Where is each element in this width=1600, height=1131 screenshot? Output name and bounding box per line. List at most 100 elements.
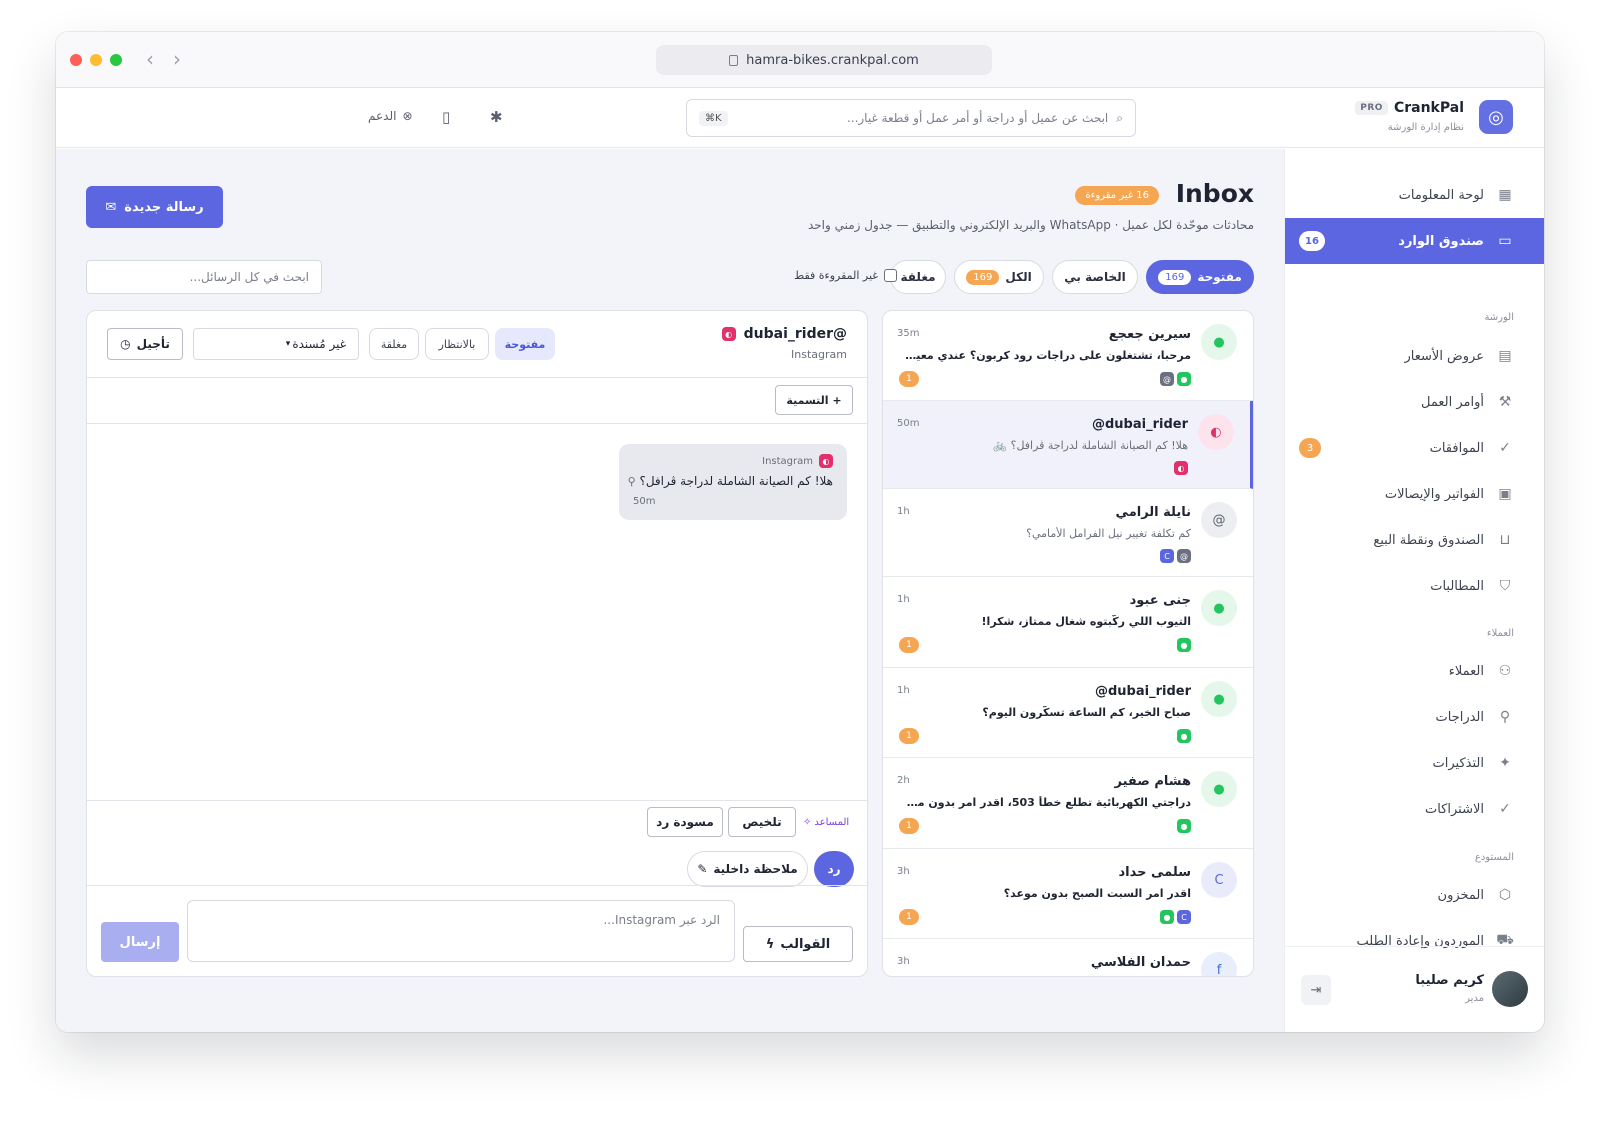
bike-icon: ⚲ [1499,709,1511,725]
minimize-window-button[interactable] [90,54,102,66]
filter-count: 169 [966,269,1000,285]
whatsapp-icon: ● [1177,819,1191,833]
whatsapp-icon: ● [1160,910,1174,924]
filter-mine[interactable]: الخاصة بي [1052,260,1138,294]
conversation-time: 2h [897,775,910,786]
reply-textarea[interactable]: الرد عبر Instagram... [187,900,735,962]
conversation-avatar: ◐ [1198,414,1234,450]
sidebar-item-inventory[interactable]: ⬡ المخزون [1285,872,1544,918]
filter-label: الخاصة بي [1064,270,1126,284]
conversation-list: ● سيرين جعجع مرحبا، تشتغلون على دراجات ر… [882,310,1254,977]
list-item[interactable]: ● جنى عبود التيوب اللي ركّبتوه شغال ممتا… [883,577,1253,668]
status-tab-pending[interactable]: بالانتظار [425,328,489,360]
draft-reply-button[interactable]: مسودة رد [647,807,723,837]
sidebar-item-invoices[interactable]: ▣ الفواتير والإيصالات [1285,471,1544,517]
bug-icon[interactable]: ✱ [490,108,503,126]
unread-only-toggle[interactable]: غير المقروءة فقط [794,269,898,282]
sidebar-item-label: الصندوق ونقطة البيع [1373,532,1484,548]
user-name: كريم صليبا [1415,973,1484,988]
summarize-button[interactable]: تلخيص [728,807,796,837]
conversation-avatar: ● [1201,771,1237,807]
address-bar[interactable]: hamra-bikes.crankpal.com [656,45,992,75]
list-item[interactable]: f حمدان الفلاسي 3h [883,939,1253,976]
back-arrow-icon[interactable]: ‹ [146,47,154,71]
users-icon: ⚇ [1498,663,1512,679]
chat-app-icon: C [1177,910,1191,924]
list-item[interactable]: @ نايلة الرامي كم تكلفة تغيير نيل الفرام… [883,489,1253,577]
conversation-preview: اقدر امر السبت الصبح بدون موعد؟ [1003,887,1191,900]
filter-closed[interactable]: مغلقة [890,260,946,294]
close-window-button[interactable] [70,54,82,66]
avatar[interactable] [1492,971,1528,1007]
sidebar-item-customers[interactable]: ⚇ العملاء [1285,648,1544,694]
check-circle-icon: ✓ [1499,801,1511,817]
sidebar-item-subscriptions[interactable]: ✓ الاشتراكات [1285,786,1544,832]
sidebar-item-label: التذكيرات [1432,755,1484,771]
sidebar-item-reminders[interactable]: ✦ التذكيرات [1285,740,1544,786]
assistant-label: المساعد ✧ [803,817,849,828]
status-tab-closed[interactable]: مغلقة [369,328,419,360]
internal-note-tab[interactable]: ملاحظة داخلية ✎ [687,851,808,887]
logout-icon[interactable]: ⇥ [1301,975,1331,1005]
status-tab-open[interactable]: مفتوحة [495,328,555,360]
sidebar-item-label: الدراجات [1435,709,1484,725]
box-icon: ⬡ [1498,887,1512,903]
sidebar-item-dashboard[interactable]: ▦ لوحة المعلومات [1285,172,1544,218]
filter-open[interactable]: مفتوحة 169 [1146,260,1254,294]
conversation-avatar: C [1201,862,1237,898]
forward-arrow-icon[interactable]: › [173,47,181,71]
thread-contact: ◐ dubai_rider@ [721,326,847,342]
conversation-avatar: ● [1201,590,1237,626]
pro-badge: PRO [1355,101,1388,115]
divider [87,377,867,378]
brand-logo-icon[interactable]: ◎ [1479,100,1513,134]
new-message-button[interactable]: رسالة جديدة ✉ [86,186,223,228]
reply-tab[interactable]: رد [814,851,854,887]
sidebar-item-inbox[interactable]: ▭ صندوق الوارد 16 [1285,218,1544,264]
list-item[interactable]: ● هشام صفير دراجتي الكهربائية تطلع خطأ 5… [883,758,1253,849]
conversation-name: سلمى حداد [1118,865,1192,880]
lightning-icon: ϟ [765,936,775,952]
list-item[interactable]: ● dubai_rider@ صباح الخير، كم الساعة تسك… [883,668,1253,758]
global-search-input[interactable]: ⌕ ابحث عن عميل أو دراجة أو أمر عمل أو قط… [686,99,1136,137]
unread-only-checkbox[interactable] [884,269,898,282]
templates-button[interactable]: القوالب ϟ [743,926,853,962]
snooze-button[interactable]: تأجيل ◷ [107,328,183,360]
sidebar-item-work-orders[interactable]: ⚒ أوامر العمل [1285,379,1544,425]
channel-icons: ● [1177,729,1191,743]
sidebar-item-quotes[interactable]: ▤ عروض الأسعار [1285,333,1544,379]
support-link[interactable]: الدعم ⊗ [368,109,413,123]
filter-label: مغلقة [900,270,936,284]
channel-icons: ◐ [1174,461,1188,475]
sidebar-item-claims[interactable]: ⛉ المطالبات [1285,563,1544,609]
conversation-preview: التيوب اللي ركّبتوه شغال ممتاز، شكرا! [981,615,1191,628]
book-icon[interactable]: ▯ [442,108,450,126]
add-label-button[interactable]: + التسمية [775,385,853,415]
sidebar-item-bikes[interactable]: ⚲ الدراجات [1285,694,1544,740]
send-button[interactable]: إرسال [101,922,179,962]
list-item[interactable]: ● سيرين جعجع مرحبا، تشتغلون على دراجات ر… [883,311,1253,401]
conversation-avatar: f [1201,952,1237,976]
sidebar-item-label: عروض الأسعار [1404,348,1485,364]
filter-all[interactable]: الكل 169 [954,260,1044,294]
list-item[interactable]: C سلمى حداد اقدر امر السبت الصبح بدون مو… [883,849,1253,939]
sidebar-item-pos[interactable]: ⊔ الصندوق ونقطة البيع [1285,517,1544,563]
lifebuoy-icon: ⊗ [402,109,413,123]
unread-count-badge: 1 [899,728,919,744]
list-item[interactable]: ◐ dubai_rider@ هلا! كم الصيانة الشاملة ل… [883,401,1253,489]
conversation-preview: صباح الخير، كم الساعة تسكّرون اليوم؟ [982,706,1191,719]
conversation-preview: كم تكلفة تغيير نيل الفرامل الأمامي؟ [1026,527,1191,540]
bike-icon: ⚲ [627,475,636,488]
filter-label: مفتوحة [1197,270,1242,284]
divider [87,423,867,424]
unread-count-badge: 1 [899,371,919,387]
snooze-label: تأجيل [136,337,170,351]
assignee-select[interactable]: غير مُسندة ▾ [193,328,359,360]
sidebar-section-workshop: الورشة [1484,312,1514,323]
sidebar-item-label: لوحة المعلومات [1398,187,1484,203]
sidebar-item-approvals[interactable]: ✓ الموافقات 3 [1285,425,1544,471]
message-search-input[interactable]: ابحث في كل الرسائل... [86,260,322,294]
channel-icons: ● @ [1160,372,1191,386]
maximize-window-button[interactable] [110,54,122,66]
conversation-name: حمدان الفلاسي [1090,955,1191,970]
